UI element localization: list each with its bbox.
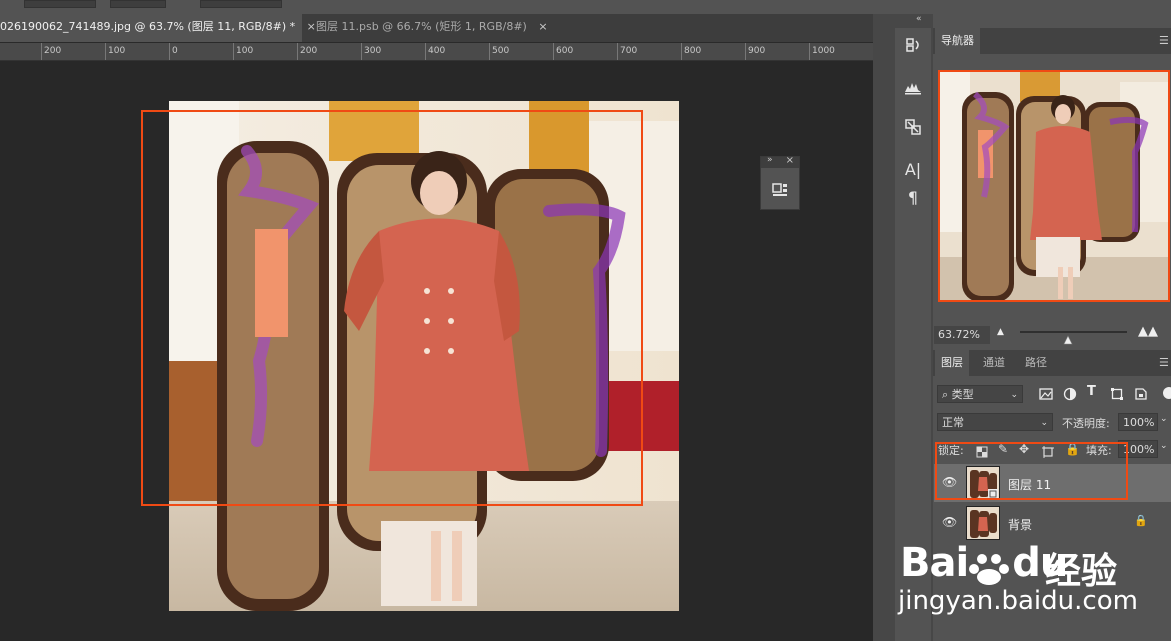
document-tab-label: 图层 11.psb @ 66.7% (矩形 1, RGB/8#) [316, 20, 527, 33]
tab-channels[interactable]: 通道 [977, 350, 1011, 376]
zoom-slider-thumb[interactable] [1063, 330, 1073, 345]
baidu-logo-part: Bai [900, 540, 969, 586]
chevron-down-icon[interactable]: ⌄ [1160, 441, 1168, 451]
navigator-preview [940, 72, 1168, 300]
properties-icon[interactable] [772, 181, 788, 197]
floating-panel[interactable]: » × [760, 155, 800, 210]
navigator-thumbnail[interactable] [938, 70, 1170, 302]
watermark-url: jingyan.baidu.com [898, 586, 1138, 616]
tab-navigator[interactable]: 导航器 [935, 28, 980, 54]
navigator-panel-header: 导航器 [933, 28, 1171, 54]
history-icon[interactable] [900, 36, 926, 60]
ruler-label: 600 [556, 46, 574, 56]
shape-filter-icon[interactable] [1110, 386, 1124, 400]
options-field[interactable] [110, 0, 166, 8]
tab-layers[interactable]: 图层 [935, 350, 969, 376]
chevron-down-icon[interactable]: ⌄ [1160, 414, 1168, 424]
type-filter-icon[interactable]: T [1087, 384, 1096, 399]
zoom-in-icon[interactable]: ▲▲ [1138, 324, 1158, 339]
ruler-label: 300 [364, 46, 382, 56]
ruler-label: 0 [172, 46, 178, 56]
ruler-label: 900 [748, 46, 766, 56]
layer-highlight-box [935, 442, 1128, 500]
layer-filter-select[interactable]: ⌕ 类型 ⌄ [937, 385, 1023, 403]
ruler-label: 100 [108, 46, 126, 56]
panel-menu-icon[interactable]: ☰ [1159, 34, 1169, 47]
visibility-eye-icon[interactable]: 👁 [942, 515, 957, 529]
ruler-label: 200 [300, 46, 318, 56]
ruler-label: 200 [44, 46, 62, 56]
close-tab-icon[interactable]: × [538, 14, 547, 40]
options-bar [0, 0, 1171, 14]
baidu-logo-text: Bai du [900, 540, 1068, 586]
tab-paths[interactable]: 路径 [1019, 350, 1053, 376]
zoom-slider-track[interactable] [1020, 331, 1127, 333]
histogram-icon[interactable] [900, 78, 926, 102]
close-icon[interactable]: × [786, 155, 794, 166]
adjustment-filter-icon[interactable] [1063, 386, 1077, 401]
expand-icon[interactable]: » [767, 155, 773, 165]
baidu-paw-icon [968, 549, 1012, 585]
layer-name[interactable]: 背景 [1008, 516, 1032, 533]
options-field[interactable] [24, 0, 96, 8]
character-icon[interactable]: A| [900, 158, 926, 182]
smart-object-filter-icon[interactable] [1134, 386, 1148, 400]
close-tab-icon[interactable]: × [307, 14, 316, 40]
blend-mode-select[interactable]: 正常 ⌄ [937, 413, 1053, 431]
blend-mode-value: 正常 [942, 416, 964, 429]
selection-highlight [141, 110, 643, 506]
ruler-label: 800 [684, 46, 702, 56]
pixel-filter-icon[interactable] [1039, 386, 1053, 400]
paragraph-icon[interactable]: ¶ [900, 186, 926, 210]
document-tab-active[interactable]: 026190062_741489.jpg @ 63.7% (图层 11, RGB… [0, 14, 316, 42]
document-tab-inactive[interactable]: 图层 11.psb @ 66.7% (矩形 1, RGB/8#) × [316, 14, 548, 42]
chevron-down-icon: ⌄ [1010, 390, 1018, 400]
ruler-label: 500 [492, 46, 510, 56]
horizontal-ruler[interactable]: 200 100 0 100 200 300 400 500 600 700 80… [0, 43, 873, 61]
lock-icon: 🔒 [1134, 514, 1148, 527]
layers-panel-header: 图层 通道 路径 [933, 350, 1171, 376]
filter-toggle-icon[interactable] [1160, 385, 1171, 399]
ruler-label: 700 [620, 46, 638, 56]
layer-thumbnail [966, 506, 1000, 540]
document-tab-label: 026190062_741489.jpg @ 63.7% (图层 11, RGB… [0, 20, 296, 33]
options-field[interactable] [200, 0, 282, 8]
floating-panel-header[interactable]: » × [761, 155, 799, 168]
clone-source-icon[interactable] [900, 118, 926, 142]
ruler-label: 100 [236, 46, 254, 56]
opacity-field[interactable]: 100% [1118, 413, 1158, 431]
ruler-label: 1000 [812, 46, 835, 56]
document-tab-bar: 026190062_741489.jpg @ 63.7% (图层 11, RGB… [0, 14, 873, 43]
zoom-out-icon[interactable]: ▲ [997, 327, 1004, 337]
layer-filter-value: 类型 [951, 388, 974, 401]
panel-menu-icon[interactable]: ☰ [1159, 356, 1169, 369]
search-icon: ⌕ [942, 388, 949, 401]
ruler-label: 400 [428, 46, 446, 56]
collapse-icon[interactable]: « [916, 14, 922, 24]
zoom-field[interactable]: 63.72% [934, 326, 990, 344]
layer-row[interactable]: 👁 背景 🔒 [934, 504, 1171, 542]
opacity-label: 不透明度: [1062, 417, 1110, 430]
chevron-down-icon: ⌄ [1040, 418, 1048, 428]
